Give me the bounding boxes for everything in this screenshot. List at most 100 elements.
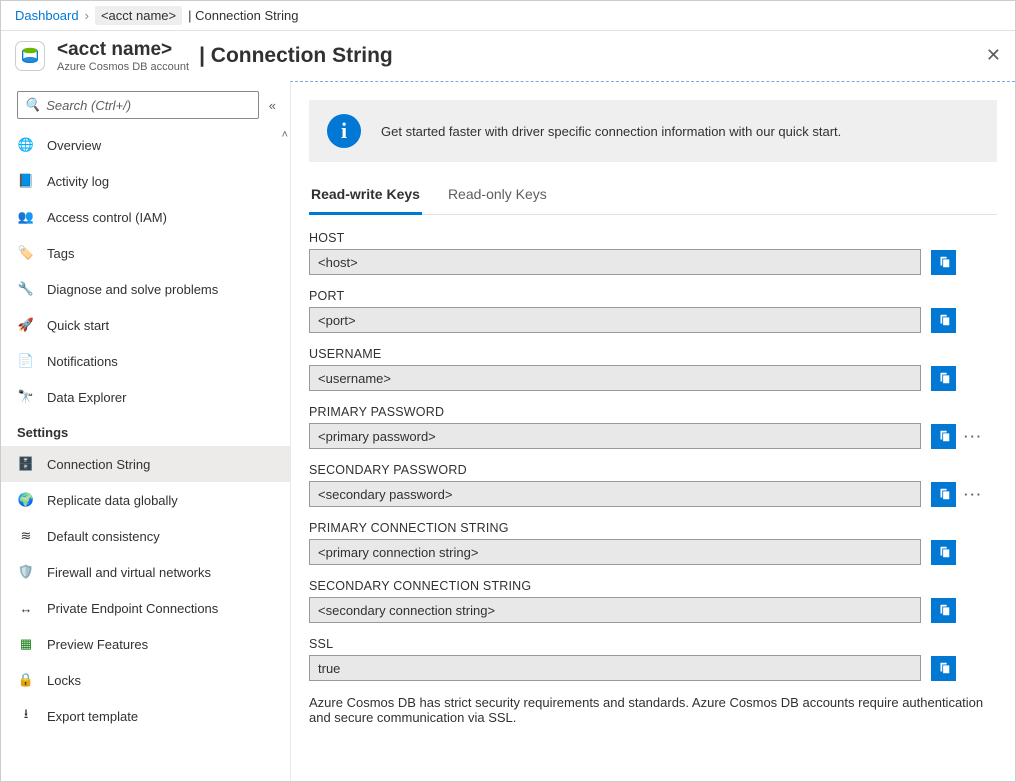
- sidebar-item-diagnose[interactable]: 🔧Diagnose and solve problems: [1, 271, 290, 307]
- field-port: PORT <port>: [309, 289, 997, 333]
- sidebar-item-activity-log[interactable]: 📘 Activity log: [1, 163, 290, 199]
- db-small-icon: 🗄️: [17, 455, 35, 473]
- sidebar-nav: 🌐 Overview 📘 Activity log 👥Access control …: [1, 127, 290, 734]
- grid-icon: ▦: [17, 635, 35, 653]
- sidebar-item-firewall[interactable]: 🛡️ Firewall and virtual networks: [1, 554, 290, 590]
- field-secondary-connection-string: SECONDARY CONNECTION STRING <secondary c…: [309, 579, 997, 623]
- primary-password-more-button[interactable]: ···: [964, 429, 983, 444]
- sidebar-item-label: Activity log: [47, 174, 109, 189]
- field-host: HOST <host>: [309, 231, 997, 275]
- account-heading: <acct name> Azure Cosmos DB account: [57, 39, 189, 74]
- copy-primary-connection-string-button[interactable]: [931, 540, 956, 565]
- sidebar-item-overview[interactable]: 🌐 Overview: [1, 127, 290, 163]
- sidebar-item-locks[interactable]: 🔒 Locks: [1, 662, 290, 698]
- search-input[interactable]: 🔍 Search (Ctrl+/): [17, 91, 259, 119]
- copy-primary-password-button[interactable]: [931, 424, 956, 449]
- secondary-connection-string-input[interactable]: <secondary connection string>: [309, 597, 921, 623]
- globe-replicate-icon: 🌍: [17, 491, 35, 509]
- key-tabs: Read-write Keys Read-only Keys: [309, 180, 997, 215]
- sidebar-item-replicate[interactable]: 🌍Replicate data globally: [1, 482, 290, 518]
- field-label: HOST: [309, 231, 997, 245]
- primary-password-input[interactable]: <primary password>: [309, 423, 921, 449]
- sidebar-item-label: Default consistency: [47, 529, 160, 544]
- globe-icon: 🌐: [17, 136, 35, 154]
- field-username: USERNAME <username>: [309, 347, 997, 391]
- sidebar-item-private-endpoint[interactable]: ↔Private Endpoint Connections: [1, 590, 290, 626]
- copy-secondary-password-button[interactable]: [931, 482, 956, 507]
- cosmos-db-icon: [15, 41, 45, 71]
- copy-username-button[interactable]: [931, 366, 956, 391]
- breadcrumb: Dashboard › <acct name> | Connection Str…: [1, 1, 1015, 31]
- blade-header: <acct name> Azure Cosmos DB account | Co…: [1, 31, 1015, 81]
- sidebar-item-notifications[interactable]: 📄Notifications: [1, 343, 290, 379]
- info-banner-text: Get started faster with driver specific …: [381, 124, 841, 139]
- primary-connection-string-input[interactable]: <primary connection string>: [309, 539, 921, 565]
- secondary-password-input[interactable]: <secondary password>: [309, 481, 921, 507]
- scroll-up-icon[interactable]: ˄: [282, 129, 288, 141]
- sidebar-item-label: Locks: [47, 673, 81, 688]
- field-label: SECONDARY PASSWORD: [309, 463, 997, 477]
- field-label: PRIMARY CONNECTION STRING: [309, 521, 997, 535]
- sidebar-item-label: Data Explorer: [47, 390, 126, 405]
- wrench-icon: 🔧: [17, 280, 35, 298]
- copy-secondary-connection-string-button[interactable]: [931, 598, 956, 623]
- sidebar-item-connection-string[interactable]: 🗄️ Connection String: [1, 446, 290, 482]
- copy-port-button[interactable]: [931, 308, 956, 333]
- consistency-icon: ≋: [17, 527, 35, 545]
- tab-read-only-keys[interactable]: Read-only Keys: [446, 180, 549, 214]
- search-icon: 🔍: [24, 97, 40, 113]
- sidebar-item-label: Preview Features: [47, 637, 148, 652]
- sidebar-item-export-template[interactable]: ⭳ Export template: [1, 698, 290, 734]
- sidebar: 🔍 Search (Ctrl+/) « ˄ 🌐 Overview 📘 Activit…: [1, 81, 290, 781]
- port-input[interactable]: <port>: [309, 307, 921, 333]
- copy-host-button[interactable]: [931, 250, 956, 275]
- copy-ssl-button[interactable]: [931, 656, 956, 681]
- field-ssl: SSL true: [309, 637, 997, 681]
- rocket-icon: 🚀: [17, 316, 35, 334]
- ssl-input[interactable]: true: [309, 655, 921, 681]
- field-primary-connection-string: PRIMARY CONNECTION STRING <primary conne…: [309, 521, 997, 565]
- explorer-icon: 🔭: [17, 388, 35, 406]
- close-icon[interactable]: ✕: [986, 45, 1001, 66]
- sidebar-item-label: Tags: [47, 246, 74, 261]
- account-name: <acct name>: [57, 39, 189, 62]
- sidebar-item-label: Connection String: [47, 457, 150, 472]
- security-footer-note: Azure Cosmos DB has strict security requ…: [309, 695, 989, 725]
- sidebar-item-label: Firewall and virtual networks: [47, 565, 211, 580]
- sidebar-item-access-control[interactable]: 👥Access control (IAM): [1, 199, 290, 235]
- sidebar-item-label: Overview: [47, 138, 101, 153]
- tab-read-write-keys[interactable]: Read-write Keys: [309, 180, 422, 215]
- field-label: PORT: [309, 289, 997, 303]
- username-input[interactable]: <username>: [309, 365, 921, 391]
- sidebar-group-settings: Settings: [1, 415, 290, 446]
- field-primary-password: PRIMARY PASSWORD <primary password> ···: [309, 405, 997, 449]
- sidebar-item-default-consistency[interactable]: ≋ Default consistency: [1, 518, 290, 554]
- lock-icon: 🔒: [17, 671, 35, 689]
- export-icon: ⭳: [17, 707, 35, 725]
- firewall-icon: 🛡️: [17, 563, 35, 581]
- sidebar-item-label: Access control (IAM): [47, 210, 167, 225]
- breadcrumb-acct[interactable]: <acct name>: [95, 6, 182, 25]
- sidebar-item-preview-features[interactable]: ▦ Preview Features: [1, 626, 290, 662]
- sidebar-item-data-explorer[interactable]: 🔭 Data Explorer: [1, 379, 290, 415]
- bell-icon: 📄: [17, 352, 35, 370]
- host-input[interactable]: <host>: [309, 249, 921, 275]
- field-label: SSL: [309, 637, 997, 651]
- sidebar-item-tags[interactable]: 🏷️ Tags: [1, 235, 290, 271]
- search-placeholder: Search (Ctrl+/): [46, 98, 131, 113]
- breadcrumb-dashboard[interactable]: Dashboard: [15, 8, 79, 23]
- field-label: PRIMARY PASSWORD: [309, 405, 997, 419]
- log-icon: 📘: [17, 172, 35, 190]
- chevron-right-icon: ›: [85, 8, 89, 23]
- sidebar-item-label: Quick start: [47, 318, 109, 333]
- sidebar-item-quick-start[interactable]: 🚀 Quick start: [1, 307, 290, 343]
- info-icon: i: [327, 114, 361, 148]
- sidebar-item-label: Export template: [47, 709, 138, 724]
- account-subtitle: Azure Cosmos DB account: [57, 61, 189, 73]
- secondary-password-more-button[interactable]: ···: [964, 487, 983, 502]
- info-banner: i Get started faster with driver specifi…: [309, 100, 997, 162]
- tag-icon: 🏷️: [17, 244, 35, 262]
- collapse-sidebar-icon[interactable]: «: [269, 98, 276, 113]
- main-content: i Get started faster with driver specifi…: [290, 81, 1015, 781]
- breadcrumb-trail: | Connection String: [188, 8, 298, 23]
